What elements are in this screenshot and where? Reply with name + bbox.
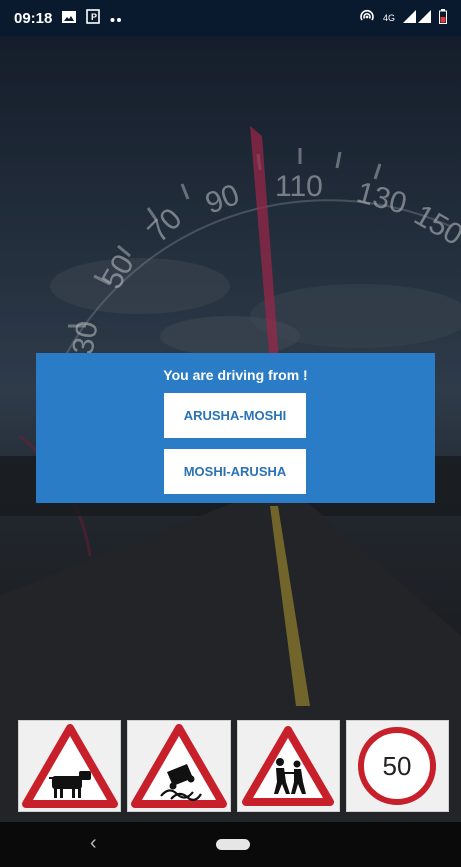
status-bar: 09:18 P 4G <box>0 0 461 36</box>
clock: 09:18 <box>14 9 53 27</box>
speed-limit-sign[interactable]: 50 <box>345 720 449 812</box>
route-arusha-moshi-button[interactable]: ARUSHA-MOSHI <box>164 393 306 438</box>
cattle-warning-sign[interactable] <box>18 720 122 812</box>
signal-icon <box>403 9 431 27</box>
parking-icon: P <box>86 8 101 28</box>
speed-limit-value: 50 <box>383 751 412 781</box>
slippery-road-icon <box>130 724 227 808</box>
route-moshi-arusha-button[interactable]: MOSHI-ARUSHA <box>164 449 306 494</box>
dialog-title: You are driving from ! <box>163 367 308 383</box>
navigation-bar: ‹ <box>0 822 461 867</box>
battery-icon <box>439 8 447 28</box>
svg-text:P: P <box>91 12 97 22</box>
cattle-warning-icon <box>21 724 118 808</box>
network-type: 4G <box>382 13 395 23</box>
route-selection-dialog: You are driving from ! ARUSHA-MOSHI MOSH… <box>36 353 435 503</box>
children-crossing-icon <box>242 726 335 806</box>
more-dots-icon <box>110 10 122 27</box>
back-icon[interactable]: ‹ <box>90 832 97 855</box>
image-icon <box>62 10 77 27</box>
slippery-road-sign[interactable] <box>127 720 231 812</box>
home-pill-icon[interactable] <box>216 839 250 850</box>
road-signs-bar: 50 <box>0 712 461 822</box>
children-crossing-sign[interactable] <box>236 720 340 812</box>
speed-limit-50-icon: 50 <box>358 727 437 805</box>
hotspot-icon <box>359 9 375 27</box>
